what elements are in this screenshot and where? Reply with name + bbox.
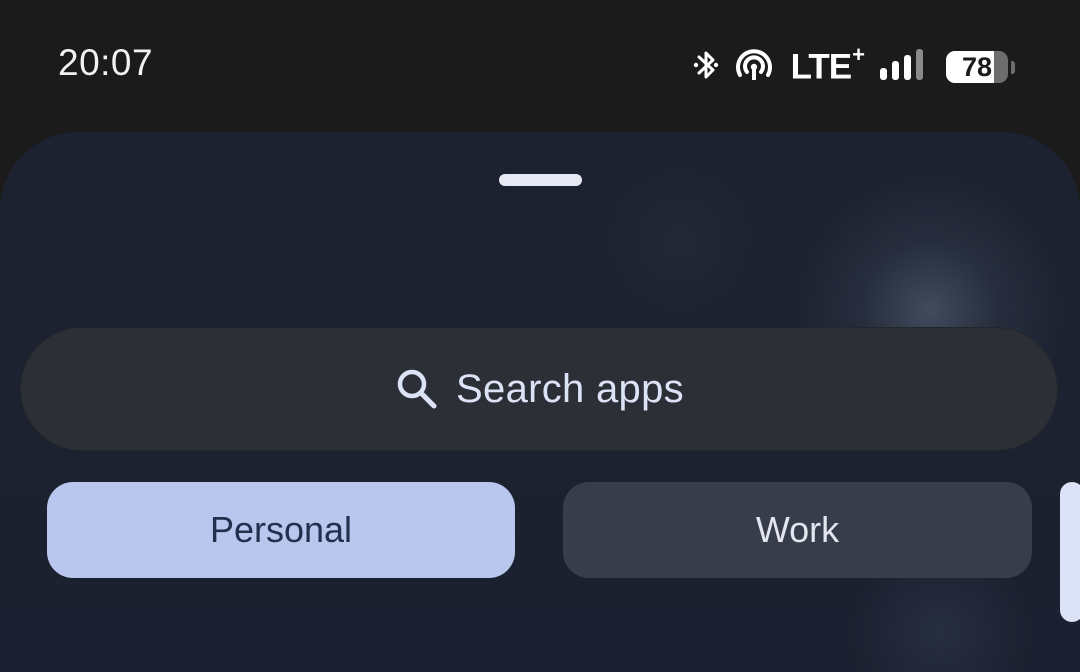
battery-icon: 78 <box>946 51 1015 83</box>
bluetooth-icon <box>691 48 721 87</box>
status-icons: LTE+ 78 <box>677 42 1015 88</box>
battery-cap <box>1011 61 1015 74</box>
tab-personal[interactable]: Personal <box>47 482 515 578</box>
scrollbar[interactable] <box>1060 482 1080 622</box>
battery-body: 78 <box>946 51 1008 83</box>
tab-personal-label: Personal <box>209 509 353 550</box>
search-apps-bar[interactable]: Search apps <box>20 327 1058 451</box>
lte-icon: LTE+ <box>790 42 865 88</box>
tab-work-label: Work <box>755 509 840 550</box>
lte-label: LTE <box>790 47 853 87</box>
battery-level: 78 <box>961 52 993 82</box>
hotspot-icon <box>735 48 773 87</box>
signal-icon <box>878 48 926 87</box>
app-drawer-sheet: Search apps Personal Work <box>0 132 1080 672</box>
clock: 20:07 <box>58 42 154 83</box>
drag-handle[interactable] <box>499 174 582 186</box>
status-bar: 20:07 LTE+ 78 <box>0 0 1080 132</box>
search-icon <box>394 366 440 412</box>
search-apps-label: Search apps <box>456 366 684 411</box>
lte-plus: + <box>852 42 865 68</box>
tab-work[interactable]: Work <box>563 482 1032 578</box>
